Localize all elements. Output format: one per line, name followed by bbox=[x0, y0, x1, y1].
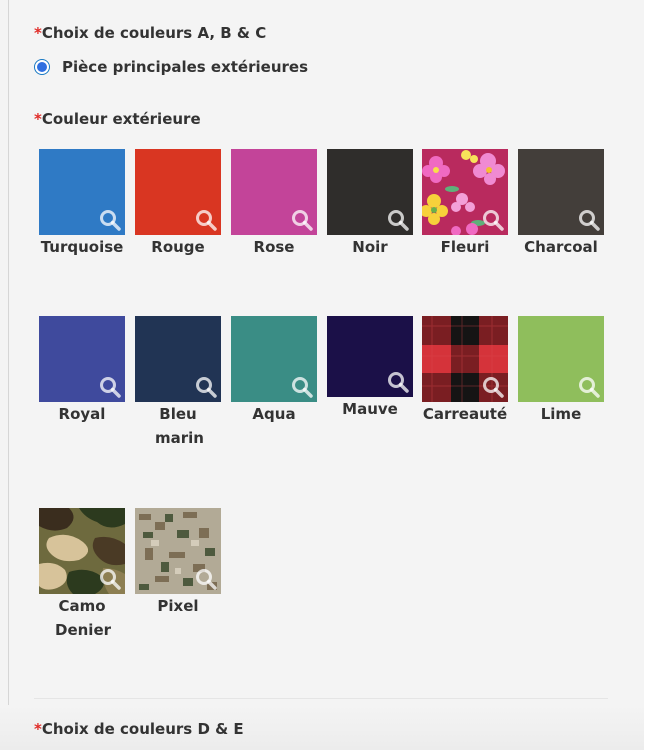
swatch-label: Bleu marin bbox=[155, 405, 204, 447]
swatch-label: Camo Denier bbox=[55, 597, 112, 639]
swatch-mauve[interactable]: Mauve bbox=[327, 316, 413, 421]
swatch-turquoise[interactable]: Turquoise bbox=[39, 149, 125, 259]
swatch-noir[interactable]: Noir bbox=[327, 149, 413, 259]
swatch-color bbox=[327, 316, 413, 397]
swatch-color bbox=[135, 149, 221, 235]
swatch-color bbox=[39, 508, 125, 594]
zoom-magnifier-icon[interactable] bbox=[578, 209, 600, 231]
zoom-magnifier-icon[interactable] bbox=[578, 376, 600, 398]
radio-label: Pièce principales extérieures bbox=[62, 58, 308, 76]
zoom-magnifier-icon[interactable] bbox=[387, 209, 409, 231]
swatch-label: Royal bbox=[58, 405, 106, 423]
zoom-magnifier-icon[interactable] bbox=[99, 376, 121, 398]
swatch-fleuri[interactable]: Fleuri bbox=[422, 149, 508, 259]
section-heading-abc: *Choix de couleurs A, B & C bbox=[34, 24, 267, 42]
swatch-rose[interactable]: Rose bbox=[231, 149, 317, 259]
radio-option-main-exterior[interactable]: Pièce principales extérieures bbox=[34, 58, 308, 76]
swatch-label: Rose bbox=[253, 238, 295, 256]
swatch-color bbox=[135, 316, 221, 402]
swatch-aqua[interactable]: Aqua bbox=[231, 316, 317, 426]
zoom-magnifier-icon[interactable] bbox=[387, 371, 409, 393]
swatch-color bbox=[422, 316, 508, 402]
swatch-rouge[interactable]: Rouge bbox=[135, 149, 221, 259]
swatch-color bbox=[231, 149, 317, 235]
zoom-magnifier-icon[interactable] bbox=[195, 209, 217, 231]
swatch-label: Mauve bbox=[342, 400, 398, 418]
left-border bbox=[8, 0, 9, 750]
zoom-magnifier-icon[interactable] bbox=[482, 376, 504, 398]
radio-button[interactable] bbox=[34, 59, 50, 75]
zoom-magnifier-icon[interactable] bbox=[291, 209, 313, 231]
swatch-camo-denier[interactable]: Camo Denier bbox=[39, 508, 125, 642]
section-heading-de: *Choix de couleurs D & E bbox=[34, 720, 244, 738]
swatch-pixel[interactable]: Pixel bbox=[135, 508, 221, 618]
swatch-royal[interactable]: Royal bbox=[39, 316, 125, 426]
swatch-label: Aqua bbox=[252, 405, 296, 423]
swatch-label: Turquoise bbox=[40, 238, 124, 256]
swatch-carreaute[interactable]: Carreauté bbox=[422, 316, 508, 426]
swatch-color bbox=[39, 149, 125, 235]
swatch-color bbox=[327, 149, 413, 235]
zoom-magnifier-icon[interactable] bbox=[195, 568, 217, 590]
swatch-label: Lime bbox=[540, 405, 582, 423]
swatch-label: Noir bbox=[352, 238, 388, 256]
swatch-label: Rouge bbox=[151, 238, 205, 256]
zoom-magnifier-icon[interactable] bbox=[291, 376, 313, 398]
swatch-lime[interactable]: Lime bbox=[518, 316, 604, 426]
zoom-magnifier-icon[interactable] bbox=[195, 376, 217, 398]
radio-checked-dot bbox=[37, 62, 47, 72]
swatch-color bbox=[231, 316, 317, 402]
swatch-color bbox=[518, 149, 604, 235]
swatch-color bbox=[518, 316, 604, 402]
zoom-magnifier-icon[interactable] bbox=[482, 209, 504, 231]
swatch-color bbox=[135, 508, 221, 594]
swatch-color bbox=[39, 316, 125, 402]
swatch-color bbox=[422, 149, 508, 235]
zoom-magnifier-icon[interactable] bbox=[99, 568, 121, 590]
zoom-magnifier-icon[interactable] bbox=[99, 209, 121, 231]
swatch-label: Charcoal bbox=[524, 238, 598, 256]
swatch-label: Pixel bbox=[157, 597, 199, 615]
swatch-bleu-marin[interactable]: Bleu marin bbox=[135, 316, 221, 450]
right-edge bbox=[644, 0, 650, 750]
swatch-label: Fleuri bbox=[440, 238, 490, 256]
section-heading-exterior: *Couleur extérieure bbox=[34, 110, 201, 128]
swatch-label: Carreauté bbox=[422, 405, 508, 423]
section-divider bbox=[34, 698, 608, 699]
swatch-charcoal[interactable]: Charcoal bbox=[518, 149, 604, 259]
